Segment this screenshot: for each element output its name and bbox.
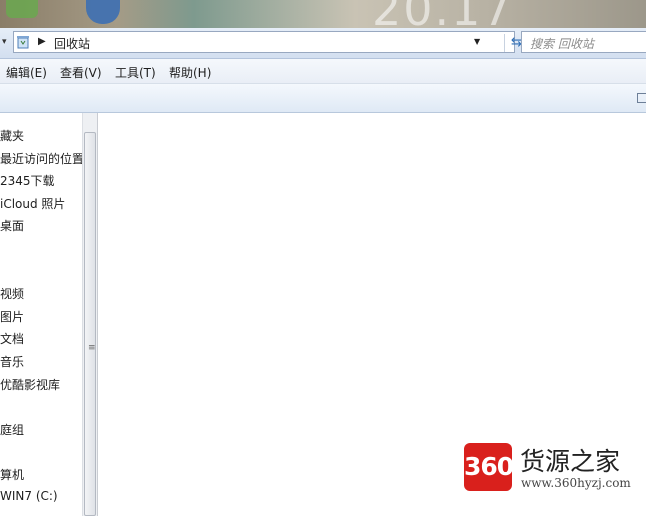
search-placeholder: 搜索 回收站 — [530, 37, 594, 51]
desktop-background: 20.17 — [0, 0, 646, 28]
nav-item-pictures[interactable]: 图片 — [0, 308, 24, 325]
nav-item-youku-library[interactable]: 优酷影视库 — [0, 376, 60, 393]
watermark-title: 货源之家 — [520, 447, 621, 476]
watermark-url: www.360hyzj.com — [521, 476, 631, 490]
menu-help[interactable]: 帮助(H) — [169, 64, 211, 81]
recycle-bin-icon — [17, 36, 29, 49]
nav-item-homegroup[interactable]: 庭组 — [0, 421, 24, 438]
scrollbar-thumb[interactable]: ≡ — [84, 132, 96, 516]
scrollbar-grip-icon: ≡ — [88, 343, 96, 353]
menu-view[interactable]: 查看(V) — [60, 64, 102, 81]
nav-item-desktop[interactable]: 桌面 — [0, 217, 24, 234]
change-view-icon[interactable] — [637, 93, 646, 103]
desktop-shortcut-icon — [6, 0, 38, 18]
nav-item-computer[interactable]: 算机 — [0, 466, 24, 483]
address-dropdown-icon[interactable]: ▼ — [474, 37, 480, 46]
command-bar — [0, 84, 646, 113]
nav-item-favorites[interactable]: 藏夹 — [0, 127, 24, 144]
watermark-logo: 360 — [464, 443, 514, 491]
nav-pane-scrollbar[interactable]: ≡ — [82, 113, 98, 516]
desktop-shield-icon — [86, 0, 120, 24]
nav-item-icloud-photos[interactable]: iCloud 照片 — [0, 195, 65, 212]
nav-item-music[interactable]: 音乐 — [0, 353, 24, 370]
address-bar[interactable]: ▶ 回收站 ▼ ⇆ — [13, 31, 522, 53]
menu-tools[interactable]: 工具(T) — [115, 64, 156, 81]
nav-item-2345-downloads[interactable]: 2345下载 — [0, 172, 55, 189]
menu-bar: 编辑(E) 查看(V) 工具(T) 帮助(H) — [0, 59, 646, 84]
desktop-clock-gadget: 20.17 — [372, 0, 514, 28]
breadcrumb-chevron-icon[interactable]: ▶ — [38, 36, 46, 47]
navigation-pane: 藏夹 最近访问的位置 2345下载 iCloud 照片 桌面 视频 图片 文档 … — [0, 113, 82, 516]
nav-item-documents[interactable]: 文档 — [0, 330, 24, 347]
search-input[interactable]: 搜索 回收站 — [521, 31, 646, 53]
address-row: ▾ ▶ 回收站 ▼ ⇆ 搜索 回收站 — [0, 28, 646, 59]
nav-item-drive-c[interactable]: WIN7 (C:) — [0, 489, 58, 503]
nav-item-videos[interactable]: 视频 — [0, 285, 24, 302]
recent-pages-dropdown[interactable]: ▾ — [2, 37, 7, 47]
breadcrumb-location[interactable]: 回收站 — [54, 35, 90, 52]
nav-item-recent-places[interactable]: 最近访问的位置 — [0, 150, 82, 167]
menu-edit[interactable]: 编辑(E) — [6, 64, 47, 81]
